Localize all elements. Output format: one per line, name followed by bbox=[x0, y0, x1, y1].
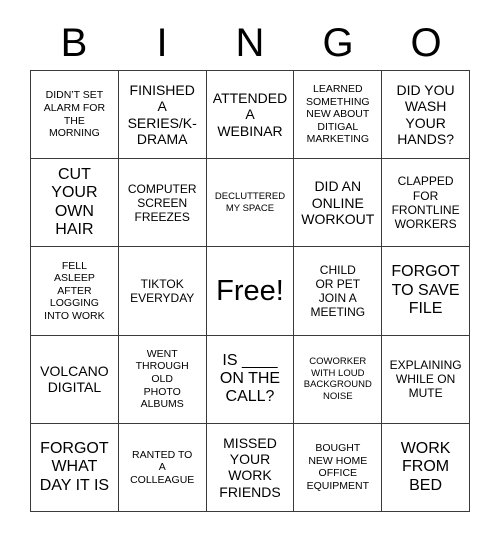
bingo-cell[interactable]: ATTENDED A WEBINAR bbox=[206, 71, 295, 160]
bingo-cell-text: FELL ASLEEP AFTER LOGGING INTO WORK bbox=[44, 259, 105, 322]
bingo-row: DIDN’T SET ALARM FOR THE MORNING FINISHE… bbox=[31, 71, 470, 160]
bingo-cell[interactable]: COMPUTER SCREEN FREEZES bbox=[118, 159, 207, 248]
bingo-cell-text: DID AN ONLINE WORKOUT bbox=[301, 178, 375, 227]
bingo-cell-text: DIDN’T SET ALARM FOR THE MORNING bbox=[43, 89, 106, 140]
bingo-free-space[interactable]: Free! bbox=[206, 247, 295, 336]
bingo-cell-text: WENT THROUGH OLD PHOTO ALBUMS bbox=[135, 347, 189, 411]
bingo-cell[interactable]: IS ____ ON THE CALL? bbox=[206, 335, 295, 424]
bingo-header-letter-b: B bbox=[60, 21, 88, 65]
bingo-header-letter-n: N bbox=[235, 21, 265, 65]
bingo-cell-text: CLAPPED FOR FRONTLINE WORKERS bbox=[391, 174, 460, 231]
bingo-cell[interactable]: EXPLAINING WHILE ON MUTE bbox=[382, 335, 470, 424]
bingo-cell-text: ATTENDED A WEBINAR bbox=[212, 90, 288, 139]
bingo-cell-text: BOUGHT NEW HOME OFFICE EQUIPMENT bbox=[306, 442, 369, 492]
bingo-cell[interactable]: DID YOU WASH YOUR HANDS? bbox=[382, 71, 470, 160]
bingo-header-letter-o: O bbox=[410, 21, 442, 65]
bingo-cell-text: COWORKER WITH LOUD BACKGROUND NOISE bbox=[303, 356, 372, 402]
bingo-cell[interactable]: CHILD OR PET JOIN A MEETING bbox=[294, 247, 383, 336]
bingo-free-space-text: Free! bbox=[216, 274, 284, 307]
bingo-cell[interactable]: FORGOT TO SAVE FILE bbox=[382, 247, 470, 336]
bingo-cell[interactable]: FINISHED A SERIES/K- DRAMA bbox=[118, 71, 207, 160]
bingo-grid: DIDN’T SET ALARM FOR THE MORNING FINISHE… bbox=[30, 70, 470, 513]
bingo-cell-text: DECLUTTERED MY SPACE bbox=[214, 191, 286, 214]
bingo-cell-text: RANTED TO A COLLEAGUE bbox=[130, 448, 195, 486]
bingo-cell[interactable]: BOUGHT NEW HOME OFFICE EQUIPMENT bbox=[294, 423, 383, 513]
bingo-row: FELL ASLEEP AFTER LOGGING INTO WORK TIKT… bbox=[31, 247, 470, 336]
bingo-header: B I N G O bbox=[30, 18, 470, 68]
bingo-cell[interactable]: LEARNED SOMETHING NEW ABOUT DITIGAL MARK… bbox=[294, 71, 383, 160]
bingo-cell-text: COMPUTER SCREEN FREEZES bbox=[127, 181, 197, 224]
bingo-cell-text: CUT YOUR OWN HAIR bbox=[51, 166, 98, 239]
bingo-cell[interactable]: TIKTOK EVERYDAY bbox=[118, 247, 207, 336]
bingo-cell-text: CHILD OR PET JOIN A MEETING bbox=[310, 262, 366, 320]
bingo-cell[interactable]: MISSED YOUR WORK FRIENDS bbox=[206, 423, 295, 513]
bingo-row: FORGOT WHAT DAY IT IS RANTED TO A COLLEA… bbox=[31, 423, 470, 513]
bingo-row: VOLCANO DIGITAL WENT THROUGH OLD PHOTO A… bbox=[31, 335, 470, 424]
bingo-cell-text: EXPLAINING WHILE ON MUTE bbox=[389, 357, 462, 401]
bingo-cell-text: VOLCANO DIGITAL bbox=[40, 362, 109, 396]
bingo-cell[interactable]: DIDN’T SET ALARM FOR THE MORNING bbox=[31, 71, 119, 160]
bingo-cell[interactable]: RANTED TO A COLLEAGUE bbox=[118, 423, 207, 513]
bingo-cell-text: LEARNED SOMETHING NEW ABOUT DITIGAL MARK… bbox=[305, 83, 370, 146]
bingo-cell[interactable]: DECLUTTERED MY SPACE bbox=[206, 159, 295, 248]
bingo-cell-text: TIKTOK EVERYDAY bbox=[130, 276, 195, 305]
bingo-cell-text: WORK FROM BED bbox=[400, 439, 451, 494]
bingo-cell[interactable]: CUT YOUR OWN HAIR bbox=[31, 159, 119, 248]
bingo-cell-text: FORGOT TO SAVE FILE bbox=[391, 263, 460, 318]
bingo-cell-text: IS ____ ON THE CALL? bbox=[219, 351, 281, 406]
bingo-header-letter-i: I bbox=[156, 21, 168, 65]
bingo-cell[interactable]: COWORKER WITH LOUD BACKGROUND NOISE bbox=[294, 335, 383, 424]
bingo-cell[interactable]: WENT THROUGH OLD PHOTO ALBUMS bbox=[118, 335, 207, 424]
bingo-cell-text: MISSED YOUR WORK FRIENDS bbox=[219, 434, 281, 500]
bingo-row: CUT YOUR OWN HAIR COMPUTER SCREEN FREEZE… bbox=[31, 159, 470, 248]
bingo-cell[interactable]: FELL ASLEEP AFTER LOGGING INTO WORK bbox=[31, 247, 119, 336]
bingo-cell[interactable]: DID AN ONLINE WORKOUT bbox=[294, 159, 383, 248]
bingo-cell[interactable]: WORK FROM BED bbox=[382, 423, 470, 513]
bingo-cell-text: FORGOT WHAT DAY IT IS bbox=[39, 439, 110, 494]
bingo-cell-text: FINISHED A SERIES/K- DRAMA bbox=[127, 82, 197, 147]
bingo-cell[interactable]: CLAPPED FOR FRONTLINE WORKERS bbox=[382, 159, 470, 248]
bingo-cell[interactable]: VOLCANO DIGITAL bbox=[31, 335, 119, 424]
bingo-card: B I N G O DIDN’T SET ALARM FOR THE MORNI… bbox=[0, 0, 500, 544]
bingo-header-letter-g: G bbox=[322, 21, 354, 65]
bingo-cell[interactable]: FORGOT WHAT DAY IT IS bbox=[31, 423, 119, 513]
bingo-cell-text: DID YOU WASH YOUR HANDS? bbox=[396, 82, 455, 147]
